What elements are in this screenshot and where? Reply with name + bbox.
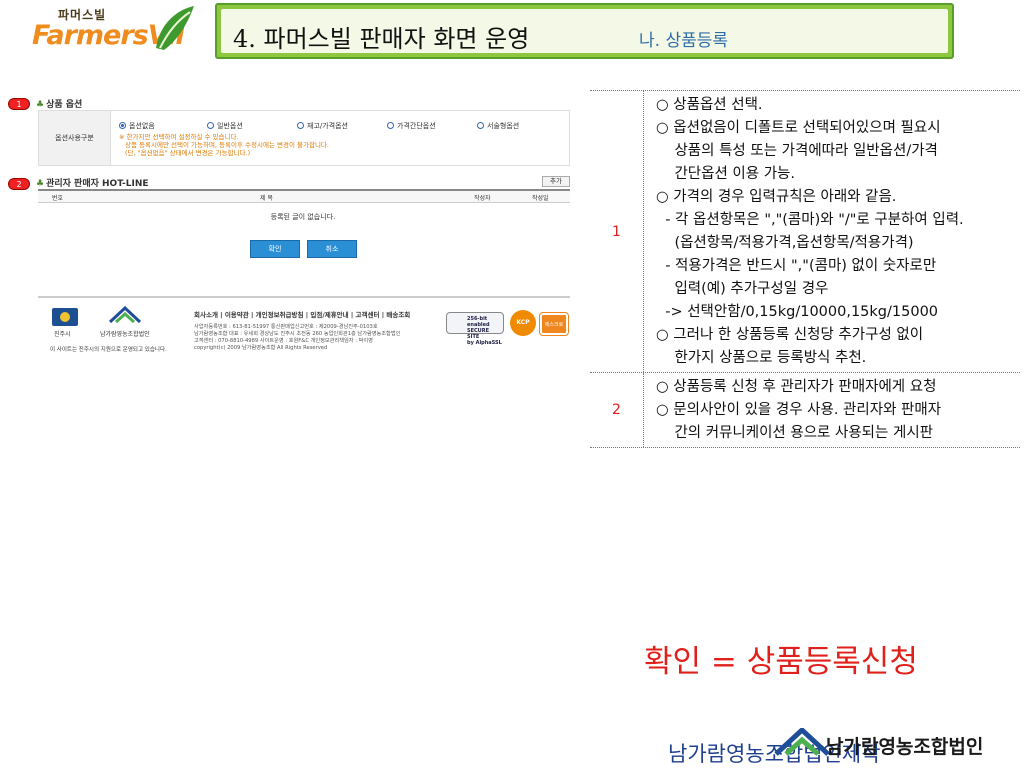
radio-unchecked-icon <box>297 122 304 129</box>
row-number: 1 <box>590 91 644 372</box>
option-use-label: 옵션사용구분 <box>39 111 111 165</box>
radio-unchecked-icon <box>477 122 484 129</box>
jinju-city-label: 진주시 <box>54 331 71 338</box>
farmersvil-logo: 파머스빌 FarmersVil <box>32 4 204 56</box>
radio-no-option[interactable]: 옵션없음 <box>119 121 155 131</box>
row-number: 2 <box>590 373 644 447</box>
hotline-section-title: ♣ 관리자 판매자 HOT-LINE <box>36 179 149 189</box>
club-icon: ♣ <box>36 179 45 189</box>
option-warning-note: ※ 한가지만 선택하여 설정하실 수 있습니다. 상품 등록시에만 선택이 가능… <box>119 133 329 157</box>
confirm-note: 확인 = 상품등록신청 <box>644 644 918 680</box>
explanation-row-1: 1 ○ 상품옵션 선택. ○ 옵션없음이 디폴트로 선택되어있으며 필요시 상품… <box>590 90 1020 372</box>
company-logo-text: 남가람영농조합법인 <box>826 736 984 758</box>
callout-marker-2: 2 <box>8 178 30 190</box>
footer-links[interactable]: 회사소개 | 이용약관 | 개인정보취급방침 | 입점/제휴안내 | 고객센터 … <box>194 309 410 319</box>
seller-screen-capture: 1 ♣ 상품 옵션 옵션사용구분 옵션없음 일반옵션 재고/가격옵션 가격간단옵션… <box>8 88 574 368</box>
radio-unchecked-icon <box>387 122 394 129</box>
radio-checked-icon <box>119 122 126 129</box>
radio-simple-price-option[interactable]: 가격간단옵션 <box>387 121 436 131</box>
explanation-table: 1 ○ 상품옵션 선택. ○ 옵션없음이 디폴트로 선택되어있으며 필요시 상품… <box>590 90 1020 448</box>
col-title: 제 목 <box>260 195 273 202</box>
add-post-button[interactable]: 추가 <box>542 176 570 187</box>
col-no: 번호 <box>52 195 64 202</box>
empty-list-message: 등록된 글이 없습니다. <box>270 213 336 221</box>
radio-unchecked-icon <box>207 122 214 129</box>
jinju-city-emblem-icon <box>52 308 78 326</box>
option-section-title: ♣ 상품 옵션 <box>36 100 83 110</box>
explanation-row-2: 2 ○ 상품등록 신청 후 관리자가 판매자에게 요청 ○ 문의사안이 있을 경… <box>590 372 1020 448</box>
nh-cooperative-logo-icon <box>774 728 830 756</box>
page-title: 4. 파머스빌 판매자 화면 운영 <box>233 25 530 53</box>
col-date: 작성일 <box>532 195 549 202</box>
radio-general-option[interactable]: 일반옵션 <box>207 121 243 131</box>
nh-cooperative-label: 남가람영농조합법인 <box>100 331 150 338</box>
row-description: ○ 상품옵션 선택. ○ 옵션없음이 디폴트로 선택되어있으며 필요시 상품의 … <box>656 97 964 366</box>
footer-divider <box>38 296 570 298</box>
col-author: 작성자 <box>474 195 491 202</box>
radio-descriptive-option[interactable]: 서술형옵션 <box>477 121 519 131</box>
footer-support-note: 이 사이트는 진주시의 지원으로 운영되고 있습니다. <box>50 347 167 353</box>
radio-stock-price-option[interactable]: 재고/가격옵션 <box>297 121 348 131</box>
callout-marker-1: 1 <box>8 98 30 110</box>
option-settings-box: 옵션사용구분 옵션없음 일반옵션 재고/가격옵션 가격간단옵션 서술형옵션 ※ … <box>38 110 570 166</box>
nh-cooperative-logo-icon <box>108 306 142 324</box>
club-icon: ♣ <box>36 100 45 110</box>
escrow-badge: 에스크로 <box>539 312 569 336</box>
company-logo: 남가람영농조합법인 <box>774 724 1022 764</box>
title-bar: 4. 파머스빌 판매자 화면 운영 나. 상품등록 <box>215 3 954 59</box>
confirm-button[interactable]: 확인 <box>250 240 300 258</box>
hotline-table-header: 번호 제 목 작성자 작성일 <box>38 189 570 203</box>
cancel-button[interactable]: 취소 <box>307 240 357 258</box>
secure-site-badge: 256-bit enabled SECURE SITE by AlphaSSL <box>446 312 504 346</box>
footer-company-info: 사업자등록번호 : 613-81-51997 통신판매업신고번호 : 제2009… <box>194 324 401 351</box>
leaf-logo-icon <box>156 6 194 50</box>
title-bar-inner: 4. 파머스빌 판매자 화면 운영 나. 상품등록 <box>221 9 948 53</box>
page-subtitle: 나. 상품등록 <box>639 31 729 51</box>
kcp-badge: KCP <box>510 310 536 336</box>
row-description: ○ 상품등록 신청 후 관리자가 판매자에게 요청 ○ 문의사안이 있을 경우 … <box>656 379 942 441</box>
